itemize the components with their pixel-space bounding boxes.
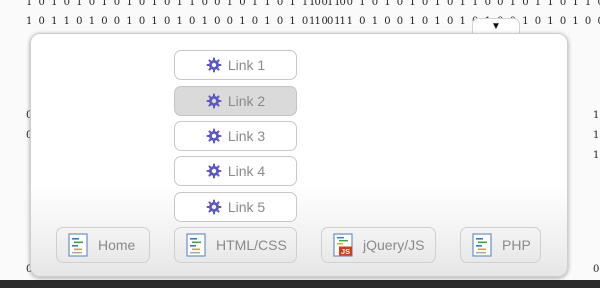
svg-text:JS: JS xyxy=(341,247,350,256)
link-label: Link 2 xyxy=(227,93,266,109)
link-label: Link 5 xyxy=(227,199,266,215)
binary-line: 1 0 1 1 0 1 0 0 1 0 1 0 1 0 1 0 0 1 0 1 … xyxy=(26,16,348,27)
link-label: Link 3 xyxy=(227,128,266,144)
binary-edge-char: 1 xyxy=(593,110,600,121)
link-label: Link 4 xyxy=(227,163,266,179)
footer-bar xyxy=(0,280,600,288)
link-3-button[interactable]: Link 3 xyxy=(174,121,297,151)
link-5-button[interactable]: Link 5 xyxy=(174,192,297,222)
js-document-icon: JS xyxy=(332,233,354,257)
link-4-button[interactable]: Link 4 xyxy=(174,156,297,186)
document-icon xyxy=(185,233,207,257)
document-icon xyxy=(471,233,493,257)
gear-icon xyxy=(206,199,222,215)
binary-edge-char: 0 xyxy=(593,264,600,275)
gear-icon xyxy=(206,57,222,73)
nav-jquery-js-button[interactable]: JS jQuery/JS xyxy=(321,227,436,263)
binary-edge-char: 1 xyxy=(593,150,600,161)
nav-php-button[interactable]: PHP xyxy=(460,227,541,263)
nav-label: Home xyxy=(98,237,136,253)
binary-line: 1 0 1 0 1 0 1 0 1 0 1 0 1 1 0 0 1 0 1 1 … xyxy=(309,0,600,8)
document-icon xyxy=(67,233,89,257)
gear-icon xyxy=(206,93,222,109)
link-2-button[interactable]: Link 2 xyxy=(174,86,297,116)
binary-line: 1 0 1 1 0 1 0 0 1 0 1 0 1 0 1 0 0 1 0 1 … xyxy=(309,16,600,27)
binary-edge-char: 1 xyxy=(593,130,600,141)
nav-label: HTML/CSS xyxy=(216,237,287,253)
binary-line: 1 0 1 0 1 0 1 0 1 0 1 0 1 1 0 0 1 0 1 1 … xyxy=(26,0,348,8)
gear-icon xyxy=(206,163,222,179)
nav-home-button[interactable]: Home xyxy=(56,227,150,263)
triangle-down-icon: ▼ xyxy=(491,21,501,32)
link-1-button[interactable]: Link 1 xyxy=(174,50,297,80)
link-label: Link 1 xyxy=(227,57,266,73)
nav-label: PHP xyxy=(502,237,531,253)
gear-icon xyxy=(206,128,222,144)
nav-html-css-button[interactable]: HTML/CSS xyxy=(174,227,297,263)
nav-label: jQuery/JS xyxy=(363,237,425,253)
